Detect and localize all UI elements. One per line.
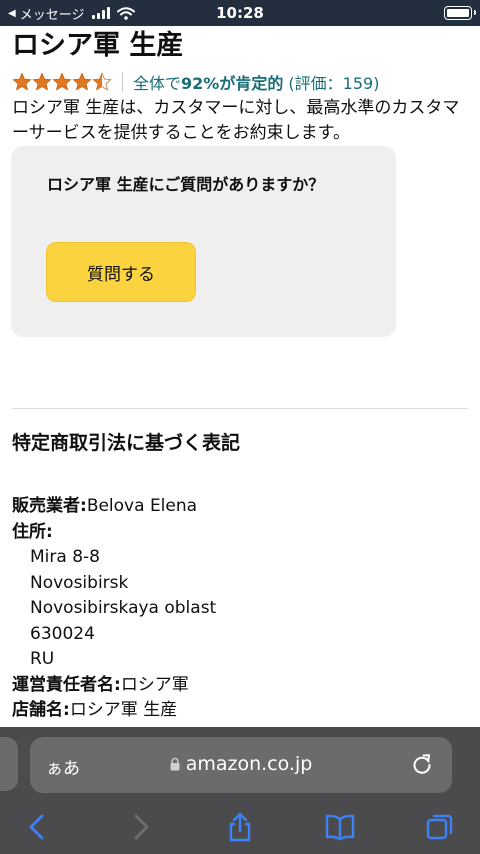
rating-percent: 92%が肯定的 — [181, 74, 284, 93]
reload-icon[interactable] — [410, 752, 434, 776]
address-line: Novosibirskaya oblast — [30, 598, 217, 618]
star-full-icon — [12, 72, 32, 91]
seller-row: 販売業者:Belova Elena — [12, 494, 468, 520]
url-text: amazon.co.jp — [185, 753, 313, 775]
page-title: ロシア軍 生産 — [12, 30, 184, 61]
manager-value: ロシア軍 — [120, 674, 189, 695]
rating-divider — [122, 72, 123, 92]
tabs-icon[interactable] — [424, 811, 456, 843]
rating-stars — [12, 72, 112, 92]
seller-value: Belova Elena — [86, 496, 198, 516]
rating-row[interactable]: 全体で92%が肯定的 (評価：159) — [12, 70, 379, 94]
address-line: RU — [30, 649, 55, 669]
rating-count: (評価：159) — [288, 74, 380, 93]
share-icon[interactable] — [224, 811, 256, 843]
ask-question-button[interactable]: 質問する — [46, 242, 196, 302]
address-line: Novosibirsk — [30, 572, 129, 593]
manager-label: 運営責任者名: — [12, 674, 121, 695]
star-full-icon — [72, 72, 92, 91]
question-card: ロシア軍 生産にご質問がありますか？ 質問する — [11, 146, 396, 337]
store-value: ロシア軍 生産 — [69, 700, 178, 720]
legal-notice-details: 販売業者:Belova Elena 住所: Mira 8-8 Novosibir… — [12, 494, 468, 724]
manager-row: 運営責任者名:ロシア軍 — [12, 673, 468, 699]
star-full-icon — [52, 72, 72, 91]
star-half-icon — [92, 72, 112, 91]
seller-label: 販売業者: — [12, 496, 87, 516]
question-card-heading: ロシア軍 生産にご質問がありますか？ — [47, 175, 325, 194]
legal-notice-heading: 特定商取引法に基づく表記 — [12, 432, 241, 454]
browser-bottom-bar: ぁあ amazon.co.jp — [0, 727, 480, 854]
status-bar: ◀ メッセージ 10:28 — [0, 0, 480, 26]
rating-summary-link[interactable]: 全体で92%が肯定的 (評価：159) — [133, 70, 379, 94]
status-time: 10:28 — [216, 4, 264, 22]
section-divider — [12, 408, 468, 409]
address-line: Mira 8-8 — [30, 547, 100, 567]
store-label: 店舗名: — [12, 700, 70, 720]
address-label-row: 住所: — [12, 520, 468, 546]
address-label: 住所: — [12, 521, 53, 542]
rating-prefix: 全体で — [133, 74, 182, 93]
forward-icon[interactable] — [124, 811, 156, 843]
bookmarks-icon[interactable] — [324, 811, 356, 843]
store-row: 店舗名:ロシア軍 生産 — [12, 698, 468, 724]
address-line: 630024 — [30, 623, 95, 644]
star-full-icon — [32, 72, 52, 91]
browser-toolbar — [0, 805, 480, 854]
back-icon[interactable] — [22, 811, 54, 843]
url-display[interactable]: amazon.co.jp — [30, 753, 452, 775]
previous-tab-preview[interactable] — [0, 737, 18, 791]
lock-icon — [170, 757, 180, 771]
seller-description: ロシア軍 生産は、カスタマーに対し、最高水準のカスタマーサービスを提供することを… — [12, 98, 460, 143]
address-bar[interactable]: ぁあ amazon.co.jp — [30, 737, 452, 793]
battery-icon — [444, 6, 476, 20]
